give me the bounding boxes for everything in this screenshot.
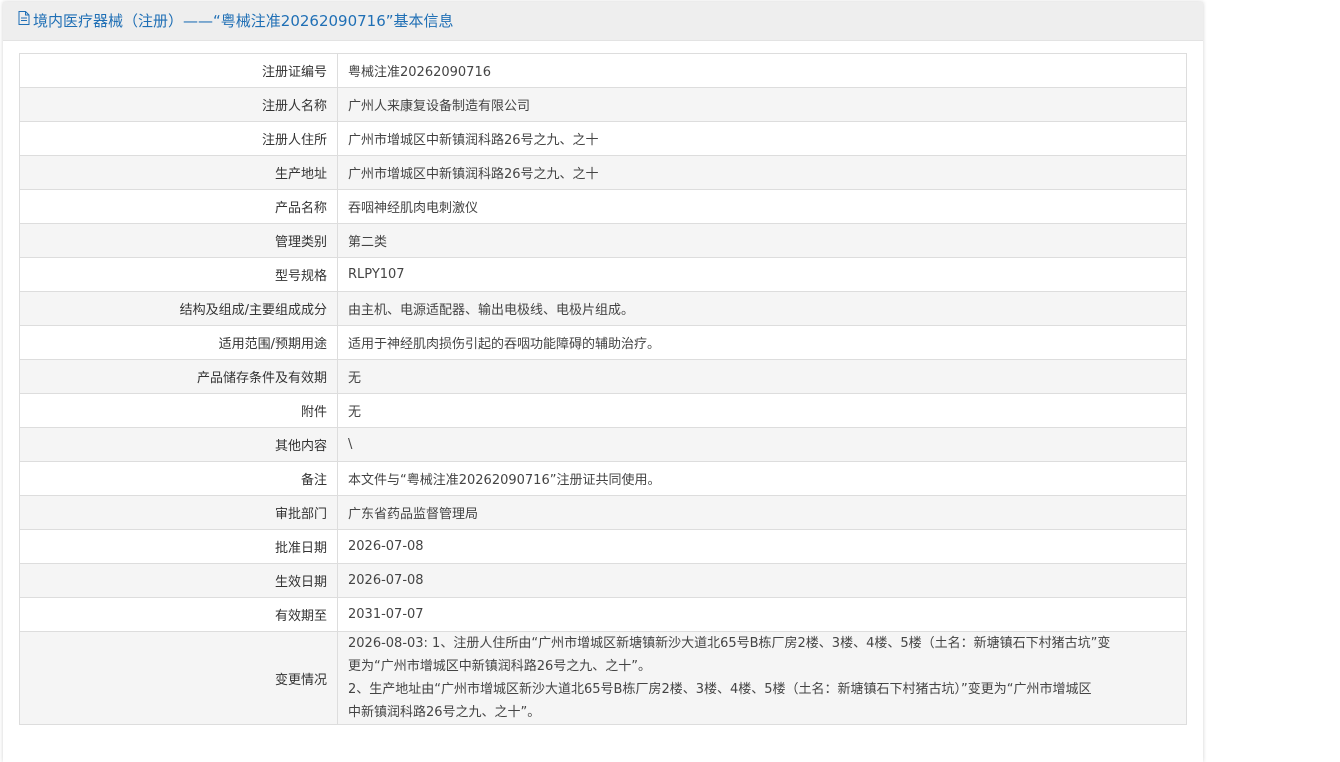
field-value: 第二类 [337, 223, 1187, 258]
field-label: 管理类别 [19, 223, 338, 258]
field-value: 2031-07-07 [337, 597, 1187, 632]
table-row: 型号规格 RLPY107 [19, 257, 1187, 292]
field-label: 适用范围/预期用途 [19, 325, 338, 360]
field-value: 无 [337, 359, 1187, 394]
change-history-line: 中新镇润科路26号之九、之十”。 [348, 705, 541, 720]
field-value: \ [337, 427, 1187, 462]
field-value: 粤械注准20262090716 [337, 53, 1187, 88]
table-row: 其他内容 \ [19, 427, 1187, 462]
field-label: 其他内容 [19, 427, 338, 462]
field-label: 注册人住所 [19, 121, 338, 156]
table-row: 有效期至 2031-07-07 [19, 597, 1187, 632]
field-label: 审批部门 [19, 495, 338, 530]
field-value: 2026-07-08 [337, 563, 1187, 598]
table-row: 注册人名称 广州人来康复设备制造有限公司 [19, 87, 1187, 122]
field-label: 产品名称 [19, 189, 338, 224]
info-panel: 境内医疗器械（注册）——“粤械注准20262090716”基本信息 注册证编号粤… [3, 2, 1203, 762]
change-history-value: 2026-08-03: 1、注册人住所由“广州市增城区新塘镇新沙大道北65号B栋… [337, 631, 1187, 725]
detail-table: 注册证编号 粤械注准20262090716 注册人名称 广州人来康复设备制造有限公司注… [19, 53, 1187, 725]
table-row: 管理类别 第二类 [19, 223, 1187, 258]
table-row: 注册人住所 广州市增城区中新镇润科路26号之九、之十 [19, 121, 1187, 156]
field-label: 产品储存条件及有效期 [19, 359, 338, 394]
field-value: RLPY107 [337, 257, 1187, 292]
table-row: 审批部门 广东省药品监督管理局 [19, 495, 1187, 530]
table-row: 产品储存条件及有效期无 [19, 359, 1187, 394]
document-icon [18, 1, 30, 39]
table-row: 生效日期 2026-07-08 [19, 563, 1187, 598]
field-label: 注册证编号 [19, 53, 338, 88]
field-label: 附件 [19, 393, 338, 428]
field-value: 广州市增城区中新镇润科路26号之九、之十 [337, 121, 1187, 156]
field-label: 生效日期 [19, 563, 338, 598]
table-row: 变更情况 2026-08-03: 1、注册人住所由“广州市增城区新塘镇新沙大道北6… [19, 631, 1187, 725]
field-label: 变更情况 [19, 631, 338, 725]
field-label: 注册人名称 [19, 87, 338, 122]
field-value: 由主机、电源适配器、输出电极线、电极片组成。 [337, 291, 1187, 326]
table-row: 产品名称 吞咽神经肌肉电刺激仪 [19, 189, 1187, 224]
field-value: 广东省药品监督管理局 [337, 495, 1187, 530]
table-row: 适用范围/预期用途 适用于神经肌肉损伤引起的吞咽功能障碍的辅助治疗。 [19, 325, 1187, 360]
field-value: 广州市增城区中新镇润科路26号之九、之十 [337, 155, 1187, 190]
table-row: 附件无 [19, 393, 1187, 428]
table-row: 结构及组成/主要组成成分 由主机、电源适配器、输出电极线、电极片组成。 [19, 291, 1187, 326]
field-value: 吞咽神经肌肉电刺激仪 [337, 189, 1187, 224]
field-value: 无 [337, 393, 1187, 428]
field-label: 结构及组成/主要组成成分 [19, 291, 338, 326]
field-label: 型号规格 [19, 257, 338, 292]
table-row: 生产地址 广州市增城区中新镇润科路26号之九、之十 [19, 155, 1187, 190]
field-value: 适用于神经肌肉损伤引起的吞咽功能障碍的辅助治疗。 [337, 325, 1187, 360]
field-value: 2026-07-08 [337, 529, 1187, 564]
table-row: 批准日期 2026-07-08 [19, 529, 1187, 564]
field-label: 有效期至 [19, 597, 338, 632]
panel-header: 境内医疗器械（注册）——“粤械注准20262090716”基本信息 [3, 2, 1203, 41]
field-label: 生产地址 [19, 155, 338, 190]
field-label: 批准日期 [19, 529, 338, 564]
change-history-line: 更为“广州市增城区中新镇润科路26号之九、之十”。 [348, 659, 652, 674]
field-value: 本文件与“粤械注准20262090716”注册证共同使用。 [337, 461, 1187, 496]
change-history-line: 2、生产地址由“广州市增城区新沙大道北65号B栋厂房2楼、3楼、4楼、5楼（土名… [348, 682, 1092, 697]
change-history-line: 2026-08-03: 1、注册人住所由“广州市增城区新塘镇新沙大道北65号B栋… [348, 636, 1111, 651]
field-label: 备注 [19, 461, 338, 496]
field-value: 广州人来康复设备制造有限公司 [337, 87, 1187, 122]
page-title: 境内医疗器械（注册）——“粤械注准20262090716”基本信息 [33, 12, 454, 30]
table-row: 注册证编号 粤械注准20262090716 [19, 53, 1187, 88]
table-row: 备注 本文件与“粤械注准20262090716”注册证共同使用。 [19, 461, 1187, 496]
